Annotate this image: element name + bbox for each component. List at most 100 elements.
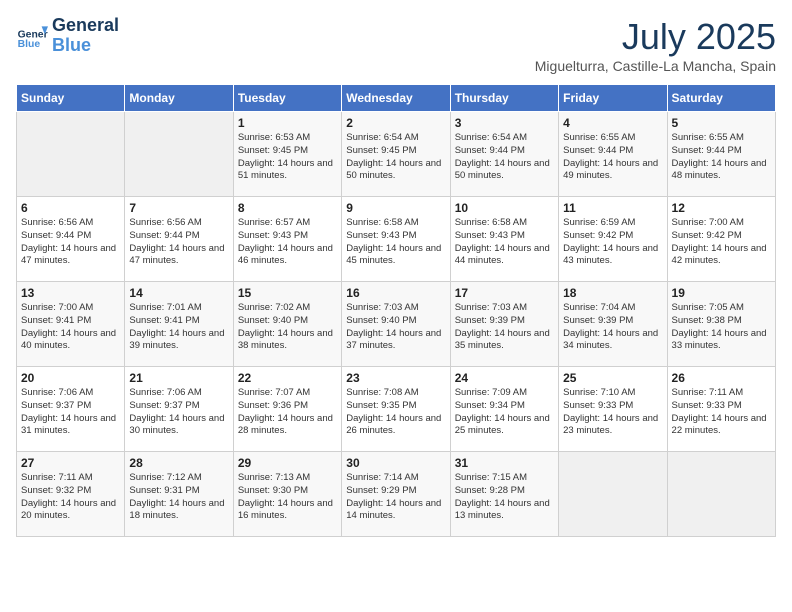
calendar-day-cell: 3 Sunrise: 6:54 AM Sunset: 9:44 PM Daylig… [450,112,558,197]
page-header: General Blue General Blue July 2025 Migu… [16,16,776,74]
day-number: 2 [346,116,445,130]
day-number: 11 [563,201,662,215]
day-info: Sunrise: 7:06 AM Sunset: 9:37 PM Dayligh… [129,387,228,438]
day-info: Sunrise: 7:11 AM Sunset: 9:33 PM Dayligh… [672,387,771,438]
calendar-day-cell: 26 Sunrise: 7:11 AM Sunset: 9:33 PM Dayli… [667,367,775,452]
day-number: 13 [21,286,120,300]
month-title: July 2025 [535,16,776,58]
calendar-day-cell: 17 Sunrise: 7:03 AM Sunset: 9:39 PM Dayli… [450,282,558,367]
day-info: Sunrise: 7:10 AM Sunset: 9:33 PM Dayligh… [563,387,662,438]
location: Miguelturra, Castille-La Mancha, Spain [535,58,776,74]
day-number: 25 [563,371,662,385]
day-number: 10 [455,201,554,215]
calendar-day-cell: 1 Sunrise: 6:53 AM Sunset: 9:45 PM Daylig… [233,112,341,197]
day-number: 7 [129,201,228,215]
day-number: 19 [672,286,771,300]
day-info: Sunrise: 7:02 AM Sunset: 9:40 PM Dayligh… [238,302,337,353]
day-info: Sunrise: 7:07 AM Sunset: 9:36 PM Dayligh… [238,387,337,438]
day-info: Sunrise: 6:58 AM Sunset: 9:43 PM Dayligh… [455,217,554,268]
day-info: Sunrise: 6:55 AM Sunset: 9:44 PM Dayligh… [563,132,662,183]
day-number: 1 [238,116,337,130]
day-info: Sunrise: 7:00 AM Sunset: 9:41 PM Dayligh… [21,302,120,353]
weekday-header-cell: Saturday [667,85,775,112]
day-info: Sunrise: 7:11 AM Sunset: 9:32 PM Dayligh… [21,472,120,523]
calendar-day-cell [559,452,667,537]
day-info: Sunrise: 6:54 AM Sunset: 9:44 PM Dayligh… [455,132,554,183]
day-number: 12 [672,201,771,215]
day-info: Sunrise: 7:08 AM Sunset: 9:35 PM Dayligh… [346,387,445,438]
day-number: 26 [672,371,771,385]
day-number: 24 [455,371,554,385]
calendar-day-cell [17,112,125,197]
day-number: 30 [346,456,445,470]
calendar-day-cell: 23 Sunrise: 7:08 AM Sunset: 9:35 PM Dayli… [342,367,450,452]
day-number: 18 [563,286,662,300]
day-info: Sunrise: 7:05 AM Sunset: 9:38 PM Dayligh… [672,302,771,353]
calendar-week-row: 13 Sunrise: 7:00 AM Sunset: 9:41 PM Dayli… [17,282,776,367]
day-info: Sunrise: 7:06 AM Sunset: 9:37 PM Dayligh… [21,387,120,438]
day-number: 4 [563,116,662,130]
calendar-day-cell: 5Sunrise: 6:55 AM Sunset: 9:44 PM Daylig… [667,112,775,197]
calendar-day-cell: 14Sunrise: 7:01 AM Sunset: 9:41 PM Dayli… [125,282,233,367]
calendar-day-cell: 19 Sunrise: 7:05 AM Sunset: 9:38 PM Dayli… [667,282,775,367]
calendar-day-cell: 18 Sunrise: 7:04 AM Sunset: 9:39 PM Dayli… [559,282,667,367]
day-number: 15 [238,286,337,300]
calendar-week-row: 1 Sunrise: 6:53 AM Sunset: 9:45 PM Daylig… [17,112,776,197]
calendar-day-cell: 4 Sunrise: 6:55 AM Sunset: 9:44 PM Daylig… [559,112,667,197]
day-info: Sunrise: 6:54 AM Sunset: 9:45 PM Dayligh… [346,132,445,183]
day-number: 17 [455,286,554,300]
calendar-day-cell: 8Sunrise: 6:57 AM Sunset: 9:43 PM Daylig… [233,197,341,282]
day-number: 28 [129,456,228,470]
day-number: 20 [21,371,120,385]
calendar-week-row: 6 Sunrise: 6:56 AM Sunset: 9:44 PM Daylig… [17,197,776,282]
calendar-day-cell: 28Sunrise: 7:12 AM Sunset: 9:31 PM Dayli… [125,452,233,537]
day-info: Sunrise: 7:03 AM Sunset: 9:39 PM Dayligh… [455,302,554,353]
weekday-header-cell: Wednesday [342,85,450,112]
day-info: Sunrise: 7:15 AM Sunset: 9:28 PM Dayligh… [455,472,554,523]
weekday-header-cell: Sunday [17,85,125,112]
day-number: 9 [346,201,445,215]
day-number: 6 [21,201,120,215]
day-number: 5 [672,116,771,130]
calendar-day-cell: 6 Sunrise: 6:56 AM Sunset: 9:44 PM Daylig… [17,197,125,282]
title-block: July 2025 Miguelturra, Castille-La Manch… [535,16,776,74]
day-info: Sunrise: 6:58 AM Sunset: 9:43 PM Dayligh… [346,217,445,268]
day-info: Sunrise: 7:14 AM Sunset: 9:29 PM Dayligh… [346,472,445,523]
calendar-day-cell: 13 Sunrise: 7:00 AM Sunset: 9:41 PM Dayli… [17,282,125,367]
calendar-day-cell: 11Sunrise: 6:59 AM Sunset: 9:42 PM Dayli… [559,197,667,282]
day-info: Sunrise: 7:04 AM Sunset: 9:39 PM Dayligh… [563,302,662,353]
calendar-day-cell: 16Sunrise: 7:03 AM Sunset: 9:40 PM Dayli… [342,282,450,367]
calendar-day-cell: 7 Sunrise: 6:56 AM Sunset: 9:44 PM Daylig… [125,197,233,282]
calendar-week-row: 27 Sunrise: 7:11 AM Sunset: 9:32 PM Dayli… [17,452,776,537]
day-number: 21 [129,371,228,385]
weekday-header-cell: Thursday [450,85,558,112]
calendar-body: 1 Sunrise: 6:53 AM Sunset: 9:45 PM Daylig… [17,112,776,537]
calendar-day-cell: 29Sunrise: 7:13 AM Sunset: 9:30 PM Dayli… [233,452,341,537]
day-number: 23 [346,371,445,385]
weekday-header-cell: Tuesday [233,85,341,112]
day-number: 3 [455,116,554,130]
day-info: Sunrise: 6:57 AM Sunset: 9:43 PM Dayligh… [238,217,337,268]
day-number: 22 [238,371,337,385]
calendar-day-cell: 31Sunrise: 7:15 AM Sunset: 9:28 PM Dayli… [450,452,558,537]
day-info: Sunrise: 6:53 AM Sunset: 9:45 PM Dayligh… [238,132,337,183]
logo-text: General Blue [52,16,119,56]
calendar-day-cell: 2 Sunrise: 6:54 AM Sunset: 9:45 PM Daylig… [342,112,450,197]
calendar-day-cell: 27 Sunrise: 7:11 AM Sunset: 9:32 PM Dayli… [17,452,125,537]
day-info: Sunrise: 7:09 AM Sunset: 9:34 PM Dayligh… [455,387,554,438]
calendar-day-cell: 24 Sunrise: 7:09 AM Sunset: 9:34 PM Dayli… [450,367,558,452]
day-info: Sunrise: 7:13 AM Sunset: 9:30 PM Dayligh… [238,472,337,523]
day-info: Sunrise: 7:01 AM Sunset: 9:41 PM Dayligh… [129,302,228,353]
svg-text:Blue: Blue [18,39,41,50]
calendar-table: SundayMondayTuesdayWednesdayThursdayFrid… [16,84,776,537]
calendar-day-cell: 15 Sunrise: 7:02 AM Sunset: 9:40 PM Dayli… [233,282,341,367]
logo-icon: General Blue [16,20,48,52]
calendar-day-cell: 20 Sunrise: 7:06 AM Sunset: 9:37 PM Dayli… [17,367,125,452]
calendar-day-cell: 22 Sunrise: 7:07 AM Sunset: 9:36 PM Dayli… [233,367,341,452]
day-info: Sunrise: 6:56 AM Sunset: 9:44 PM Dayligh… [129,217,228,268]
calendar-week-row: 20 Sunrise: 7:06 AM Sunset: 9:37 PM Dayli… [17,367,776,452]
calendar-day-cell [667,452,775,537]
day-info: Sunrise: 6:56 AM Sunset: 9:44 PM Dayligh… [21,217,120,268]
calendar-day-cell: 10 Sunrise: 6:58 AM Sunset: 9:43 PM Dayli… [450,197,558,282]
day-number: 27 [21,456,120,470]
